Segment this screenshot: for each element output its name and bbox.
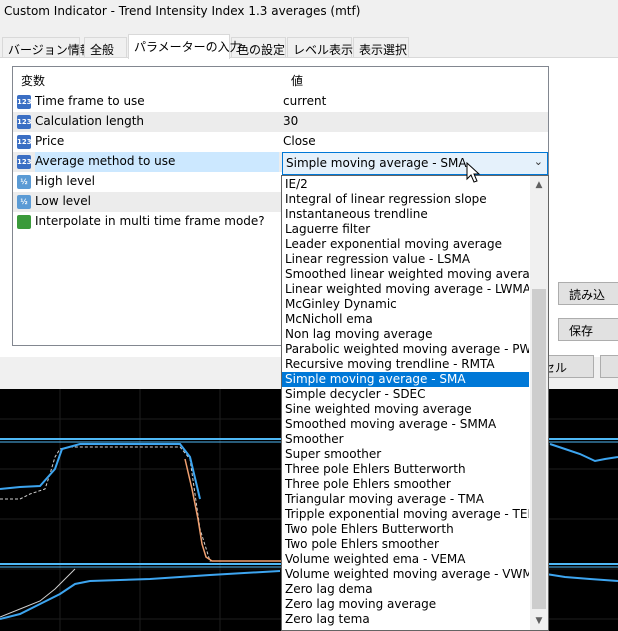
dropdown-option[interactable]: Zero lag tema [282,612,529,627]
dropdown-option[interactable]: Linear regression value - LSMA [282,252,529,267]
dropdown-option[interactable]: Linear weighted moving average - LWMA [282,282,529,297]
blue-line-lower-right [545,573,618,582]
integer-type-icon: 123 [17,95,32,109]
dropdown-option[interactable]: Smoother [282,432,529,447]
tab-levels[interactable]: レベル表示 [287,37,353,58]
blue-line-upper-right [549,443,618,463]
dropdown-option[interactable]: Integral of linear regression slope [282,192,529,207]
tab-visualization[interactable]: 表示選択 [353,37,409,58]
parameter-value[interactable]: Close [283,132,548,152]
grid-row[interactable]: 123 Price Close [13,132,548,152]
column-header-variable[interactable]: 変数 [13,67,279,91]
grid-row[interactable]: 123 Time frame to use current [13,92,548,112]
save-button[interactable]: 保存 [558,318,618,341]
bool-type-icon [17,215,31,229]
dropdown-option[interactable]: Smoothed linear weighted moving average … [282,267,529,282]
dropdown-option[interactable]: McNicholl ema [282,312,529,327]
load-button[interactable]: 読み込 [558,282,618,305]
dropdown-option[interactable]: Simple decycler - SDEC [282,387,529,402]
dropdown-option[interactable]: Instantaneous trendline [282,207,529,222]
parameter-name: Time frame to use [35,94,145,108]
average-method-select-value: Simple moving average - SMA [286,156,467,170]
dropdown-option[interactable]: Simple moving average - SMA [282,372,529,387]
parameter-name: Calculation length [35,114,145,128]
dropdown-option[interactable]: Three pole Ehlers smoother [282,477,529,492]
dropdown-option[interactable]: Laguerre filter [282,222,529,237]
tab-general[interactable]: 全般 [84,37,127,58]
dropdown-scrollbar[interactable]: ▲ ▼ [530,176,548,630]
parameter-value[interactable]: current [283,92,548,112]
parameter-name: High level [35,174,95,188]
dropdown-option[interactable]: Recursive moving trendline - RMTA [282,357,529,372]
dropdown-option[interactable]: McGinley Dynamic [282,297,529,312]
integer-type-icon: 123 [17,155,32,169]
dropdown-option[interactable]: Smoothed moving average - SMMA [282,417,529,432]
tab-bar: バージョン情報 全般 パラメーターの入力 色の設定 レベル表示 表示選択 [0,34,618,59]
grid-row[interactable]: 123 Calculation length 30 [13,112,548,132]
average-method-select[interactable]: Simple moving average - SMA ⌄ [282,152,548,175]
dropdown-option[interactable]: Triangular moving average - TMA [282,492,529,507]
double-type-icon: ½ [17,175,31,189]
dropdown-option[interactable]: Tripple exponential moving average - TEM… [282,507,529,522]
dropdown-option[interactable]: Zero lag dema [282,582,529,597]
scroll-up-arrow-icon[interactable]: ▲ [530,178,548,192]
dropdown-option[interactable]: Super smoother [282,447,529,462]
dropdown-option[interactable]: IE/2 [282,177,529,192]
double-type-icon: ½ [17,195,31,209]
mouse-cursor-icon [466,162,481,183]
integer-type-icon: 123 [17,135,32,149]
chevron-down-icon[interactable]: ⌄ [534,155,543,168]
dropdown-option[interactable]: Two pole Ehlers smoother [282,537,529,552]
tab-version-info[interactable]: バージョン情報 [2,37,92,58]
dropdown-option[interactable]: Sine weighted moving average [282,402,529,417]
parameter-value[interactable]: 30 [283,112,548,132]
parameter-name: Interpolate in multi time frame mode? [35,214,265,228]
dropdown-option[interactable]: Non lag moving average [282,327,529,342]
orange-line [184,458,290,562]
integer-type-icon: 123 [17,115,32,129]
dropdown-option[interactable]: Two pole Ehlers Butterworth [282,522,529,537]
parameter-name: Price [35,134,65,148]
tab-input-parameters[interactable]: パラメーターの入力 [128,34,242,59]
scrollbar-thumb[interactable] [532,289,546,609]
column-header-value[interactable]: 値 [283,67,548,91]
blue-line-upper [0,443,201,500]
dropdown-option[interactable]: Leader exponential moving average [282,237,529,252]
window-title: Custom Indicator - Trend Intensity Index… [4,4,361,18]
dropdown-option[interactable]: Three pole Ehlers Butterworth [282,462,529,477]
dropdown-option[interactable]: Volume weighted ema - VEMA [282,552,529,567]
parameter-name: Average method to use [35,152,279,172]
scroll-down-arrow-icon[interactable]: ▼ [530,614,548,628]
extra-button[interactable] [600,355,618,378]
white-line-lower [0,568,76,618]
average-method-dropdown-list[interactable]: IE/2 Integral of linear regression slope I… [281,175,549,631]
dropdown-option[interactable]: Volume weighted moving average - VWMA [282,567,529,582]
dropdown-option[interactable]: Parabolic weighted moving average - PWMA [282,342,529,357]
parameter-name: Low level [35,194,91,208]
dropdown-option[interactable]: Zero lag moving average [282,597,529,612]
